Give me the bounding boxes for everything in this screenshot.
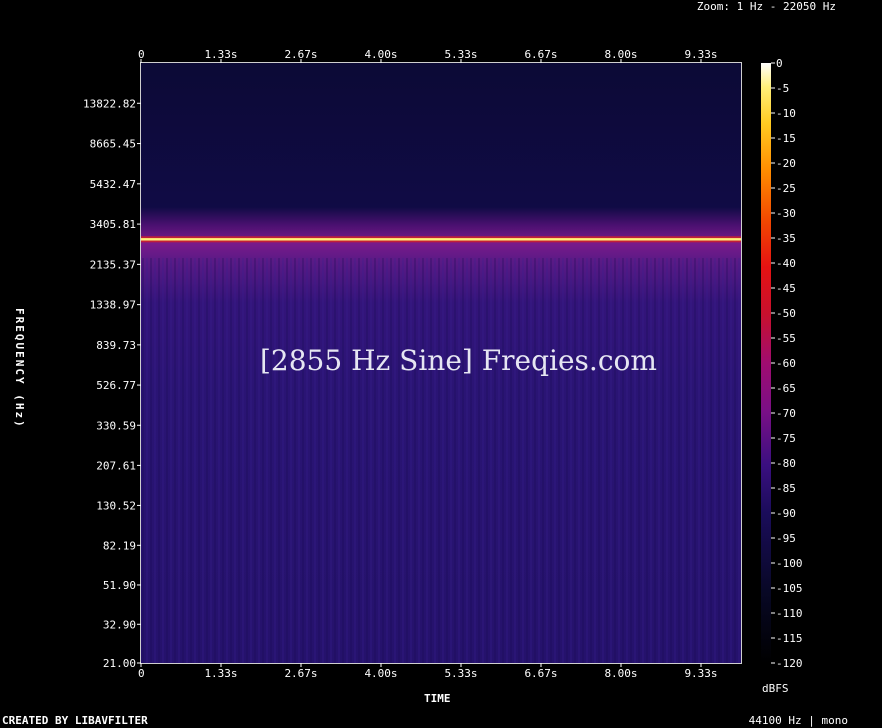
y-tick-label: 839.73 bbox=[96, 339, 136, 352]
colorbar-tick-label: -80 bbox=[776, 457, 796, 470]
colorbar bbox=[761, 63, 771, 663]
x-tick-label-top: 6.67s bbox=[524, 48, 557, 61]
colorbar-tick-label: -5 bbox=[776, 82, 789, 95]
colorbar-tick-label: -10 bbox=[776, 107, 796, 120]
x-tick-label-top: 1.33s bbox=[204, 48, 237, 61]
colorbar-tick-label: -100 bbox=[776, 557, 803, 570]
watermark-text: [2855 Hz Sine] Freqies.com bbox=[260, 344, 657, 377]
y-tick-label: 51.90 bbox=[103, 579, 136, 592]
tone-line bbox=[141, 238, 741, 241]
colorbar-tick-label: -25 bbox=[776, 182, 796, 195]
x-tick-label-bottom: 0 bbox=[138, 667, 145, 680]
colorbar-tick-label: -55 bbox=[776, 332, 796, 345]
x-tick-label-bottom: 1.33s bbox=[204, 667, 237, 680]
y-tick-label: 330.59 bbox=[96, 419, 136, 432]
y-tick-label: 1338.97 bbox=[90, 299, 136, 312]
colorbar-tick-label: -120 bbox=[776, 657, 803, 670]
x-tick-label-bottom: 2.67s bbox=[284, 667, 317, 680]
x-tick-label-top: 8.00s bbox=[604, 48, 637, 61]
colorbar-tick-label: -110 bbox=[776, 607, 803, 620]
colorbar-tick-label: -45 bbox=[776, 282, 796, 295]
x-tick-label-top: 4.00s bbox=[364, 48, 397, 61]
y-tick-label: 21.00 bbox=[103, 657, 136, 670]
y-tick-label: 13822.82 bbox=[83, 97, 136, 110]
x-tick-label-bottom: 5.33s bbox=[444, 667, 477, 680]
y-tick-label: 526.77 bbox=[96, 379, 136, 392]
y-tick-label: 5432.47 bbox=[90, 178, 136, 191]
colorbar-tick-label: 0 bbox=[776, 57, 783, 70]
x-tick-label-top: 5.33s bbox=[444, 48, 477, 61]
colorbar-tick-label: -75 bbox=[776, 432, 796, 445]
y-tick-label: 3405.81 bbox=[90, 218, 136, 231]
x-tick-label-top: 9.33s bbox=[684, 48, 717, 61]
colorbar-tick-label: -90 bbox=[776, 507, 796, 520]
colorbar-tick-label: -115 bbox=[776, 632, 803, 645]
colorbar-tick-label: -105 bbox=[776, 582, 803, 595]
colorbar-tick-label: -30 bbox=[776, 207, 796, 220]
colorbar-tick-label: -60 bbox=[776, 357, 796, 370]
y-tick-label: 8665.45 bbox=[90, 138, 136, 151]
colorbar-tick-label: -20 bbox=[776, 157, 796, 170]
x-tick-label-bottom: 4.00s bbox=[364, 667, 397, 680]
colorbar-tick-label: -65 bbox=[776, 382, 796, 395]
colorbar-tick-label: -70 bbox=[776, 407, 796, 420]
colorbar-tick-label: -95 bbox=[776, 532, 796, 545]
y-tick-label: 130.52 bbox=[96, 499, 136, 512]
colorbar-tick-label: -35 bbox=[776, 232, 796, 245]
x-tick-label-top: 2.67s bbox=[284, 48, 317, 61]
colorbar-tick-label: -50 bbox=[776, 307, 796, 320]
x-tick-label-bottom: 9.33s bbox=[684, 667, 717, 680]
colorbar-tick-label: -15 bbox=[776, 132, 796, 145]
x-tick-label-top: 0 bbox=[138, 48, 145, 61]
colorbar-tick-label: -85 bbox=[776, 482, 796, 495]
colorbar-tick-label: -40 bbox=[776, 257, 796, 270]
y-tick-label: 82.19 bbox=[103, 539, 136, 552]
y-tick-label: 2135.37 bbox=[90, 258, 136, 271]
x-tick-label-bottom: 8.00s bbox=[604, 667, 637, 680]
x-tick-label-bottom: 6.67s bbox=[524, 667, 557, 680]
y-tick-label: 207.61 bbox=[96, 459, 136, 472]
y-tick-label: 32.90 bbox=[103, 618, 136, 631]
